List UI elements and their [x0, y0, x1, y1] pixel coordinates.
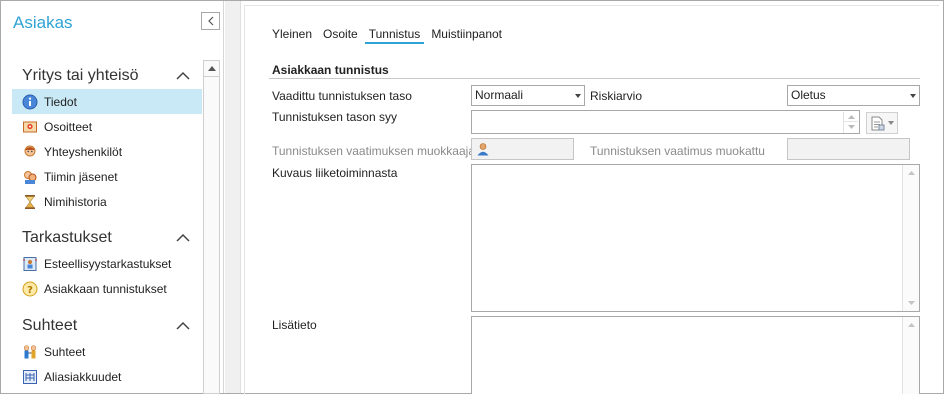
- chevron-down-icon: [887, 121, 894, 125]
- hourglass-icon: [22, 194, 38, 210]
- user-icon: [477, 143, 489, 156]
- additional-textarea[interactable]: [471, 316, 920, 394]
- sidebar-item-tiedot[interactable]: Tiedot: [12, 89, 202, 114]
- level-reason-label: Tunnistuksen tason syy: [272, 110, 397, 124]
- tab-bar: Yleinen Osoite Tunnistus Muistiinpanot: [268, 27, 509, 44]
- sidebar-item-label: Tiedot: [44, 94, 77, 109]
- sidebar-item-asiakkaan-tunnistukset[interactable]: ? Asiakkaan tunnistukset: [12, 276, 202, 301]
- section-title: Asiakkaan tunnistus: [272, 63, 389, 77]
- modifier-field: [471, 138, 574, 160]
- scroll-up-button[interactable]: [204, 61, 219, 77]
- sidebar-item-yhteyshenkilot[interactable]: Yhteyshenkilöt: [12, 139, 202, 164]
- info-icon: [22, 94, 38, 110]
- document-template-icon: [871, 116, 884, 130]
- sidebar-item-osoitteet[interactable]: Osoitteet: [12, 114, 202, 139]
- nav-section-heading: Yritys tai yhteisö: [22, 67, 139, 84]
- sidebar-item-label: Nimihistoria: [44, 194, 107, 209]
- risk-select[interactable]: Oletus: [787, 85, 920, 106]
- conflict-check-icon: [22, 256, 38, 272]
- description-textarea[interactable]: [471, 164, 920, 312]
- modifier-label: Tunnistuksen vaatimuksen muokkaaja: [272, 144, 475, 158]
- nav-section-header[interactable]: Suhteet: [12, 314, 202, 338]
- sidebar-title: Asiakas: [13, 13, 73, 32]
- nav-section-relations: Suhteet Suhteet Aliasiakkuudet: [12, 314, 202, 389]
- nav-section-heading: Suhteet: [22, 317, 78, 334]
- svg-text:?: ?: [27, 285, 33, 296]
- additional-scrollbar[interactable]: [902, 317, 919, 394]
- dropdown-arrow-icon: [910, 94, 916, 98]
- sidebar-item-label: Tiimin jäsenet: [44, 169, 118, 184]
- sidebar-item-tiimin-jasenet[interactable]: Tiimin jäsenet: [12, 164, 202, 189]
- nav-section-header[interactable]: Tarkastukset: [12, 226, 202, 250]
- template-button[interactable]: [866, 112, 898, 134]
- relations-icon: [22, 344, 38, 360]
- required-level-value: Normaali: [475, 88, 524, 102]
- required-level-select[interactable]: Normaali: [471, 85, 585, 106]
- scroll-up-icon[interactable]: [903, 317, 919, 333]
- sidebar-item-label: Asiakkaan tunnistukset: [44, 281, 167, 296]
- sidebar-item-label: Suhteet: [44, 344, 86, 359]
- level-reason-input[interactable]: [471, 110, 860, 134]
- sidebar-item-esteellisyystarkastukset[interactable]: Esteellisyystarkastukset: [12, 251, 202, 276]
- tab-muistiinpanot[interactable]: Muistiinpanot: [427, 27, 506, 44]
- sidebar-item-label: Esteellisyystarkastukset: [44, 256, 172, 271]
- modified-field: [787, 138, 910, 160]
- sidebar-item-label: Osoitteet: [44, 119, 93, 134]
- question-badge-icon: ?: [22, 281, 38, 297]
- sidebar-item-label: Yhteyshenkilöt: [44, 144, 123, 159]
- team-members-icon: [22, 169, 38, 185]
- scroll-up-icon[interactable]: [903, 165, 919, 181]
- required-level-label: Vaadittu tunnistuksen taso: [272, 89, 412, 103]
- spin-down-icon[interactable]: [844, 122, 858, 132]
- sidebar-item-aliasiakkuudet[interactable]: Aliasiakkuudet: [12, 364, 202, 389]
- address-card-icon: [22, 119, 38, 135]
- arrow-up-icon: [207, 66, 216, 71]
- nav-section-company: Yritys tai yhteisö Tiedot Osoitteet Yhte…: [12, 64, 202, 214]
- nav-section-checks: Tarkastukset Esteellisyystarkastukset ? …: [12, 226, 202, 301]
- sidebar-scrollbar[interactable]: [203, 60, 220, 394]
- nav-section-heading: Tarkastukset: [22, 229, 112, 246]
- chevron-up-icon: [176, 233, 190, 242]
- risk-value: Oletus: [791, 88, 826, 102]
- modified-label: Tunnistuksen vaatimus muokattu: [590, 144, 765, 158]
- panel-splitter[interactable]: [225, 1, 241, 393]
- sidebar-item-label: Aliasiakkuudet: [44, 369, 122, 384]
- chevron-up-icon: [176, 71, 190, 80]
- additional-label: Lisätieto: [272, 318, 317, 332]
- description-scrollbar[interactable]: [902, 165, 919, 311]
- nav-section-header[interactable]: Yritys tai yhteisö: [12, 64, 202, 88]
- chevron-up-icon: [176, 321, 190, 330]
- spin-up-icon[interactable]: [844, 112, 858, 122]
- section-divider: [269, 78, 920, 79]
- description-label: Kuvaus liiketoiminnasta: [272, 166, 398, 180]
- chevron-left-icon: [207, 16, 213, 26]
- tab-tunnistus[interactable]: Tunnistus: [364, 27, 425, 44]
- dropdown-arrow-icon: [575, 94, 581, 98]
- sub-clients-icon: [22, 369, 38, 385]
- tab-osoite[interactable]: Osoite: [319, 27, 362, 44]
- collapse-sidebar-button[interactable]: [201, 12, 220, 30]
- level-reason-spinner[interactable]: [843, 112, 858, 133]
- risk-label: Riskiarvio: [590, 89, 643, 103]
- sidebar-item-suhteet[interactable]: Suhteet: [12, 339, 202, 364]
- scroll-down-icon[interactable]: [903, 295, 919, 311]
- contact-person-icon: [22, 144, 38, 160]
- sidebar-item-nimihistoria[interactable]: Nimihistoria: [12, 189, 202, 214]
- tab-yleinen[interactable]: Yleinen: [268, 27, 316, 44]
